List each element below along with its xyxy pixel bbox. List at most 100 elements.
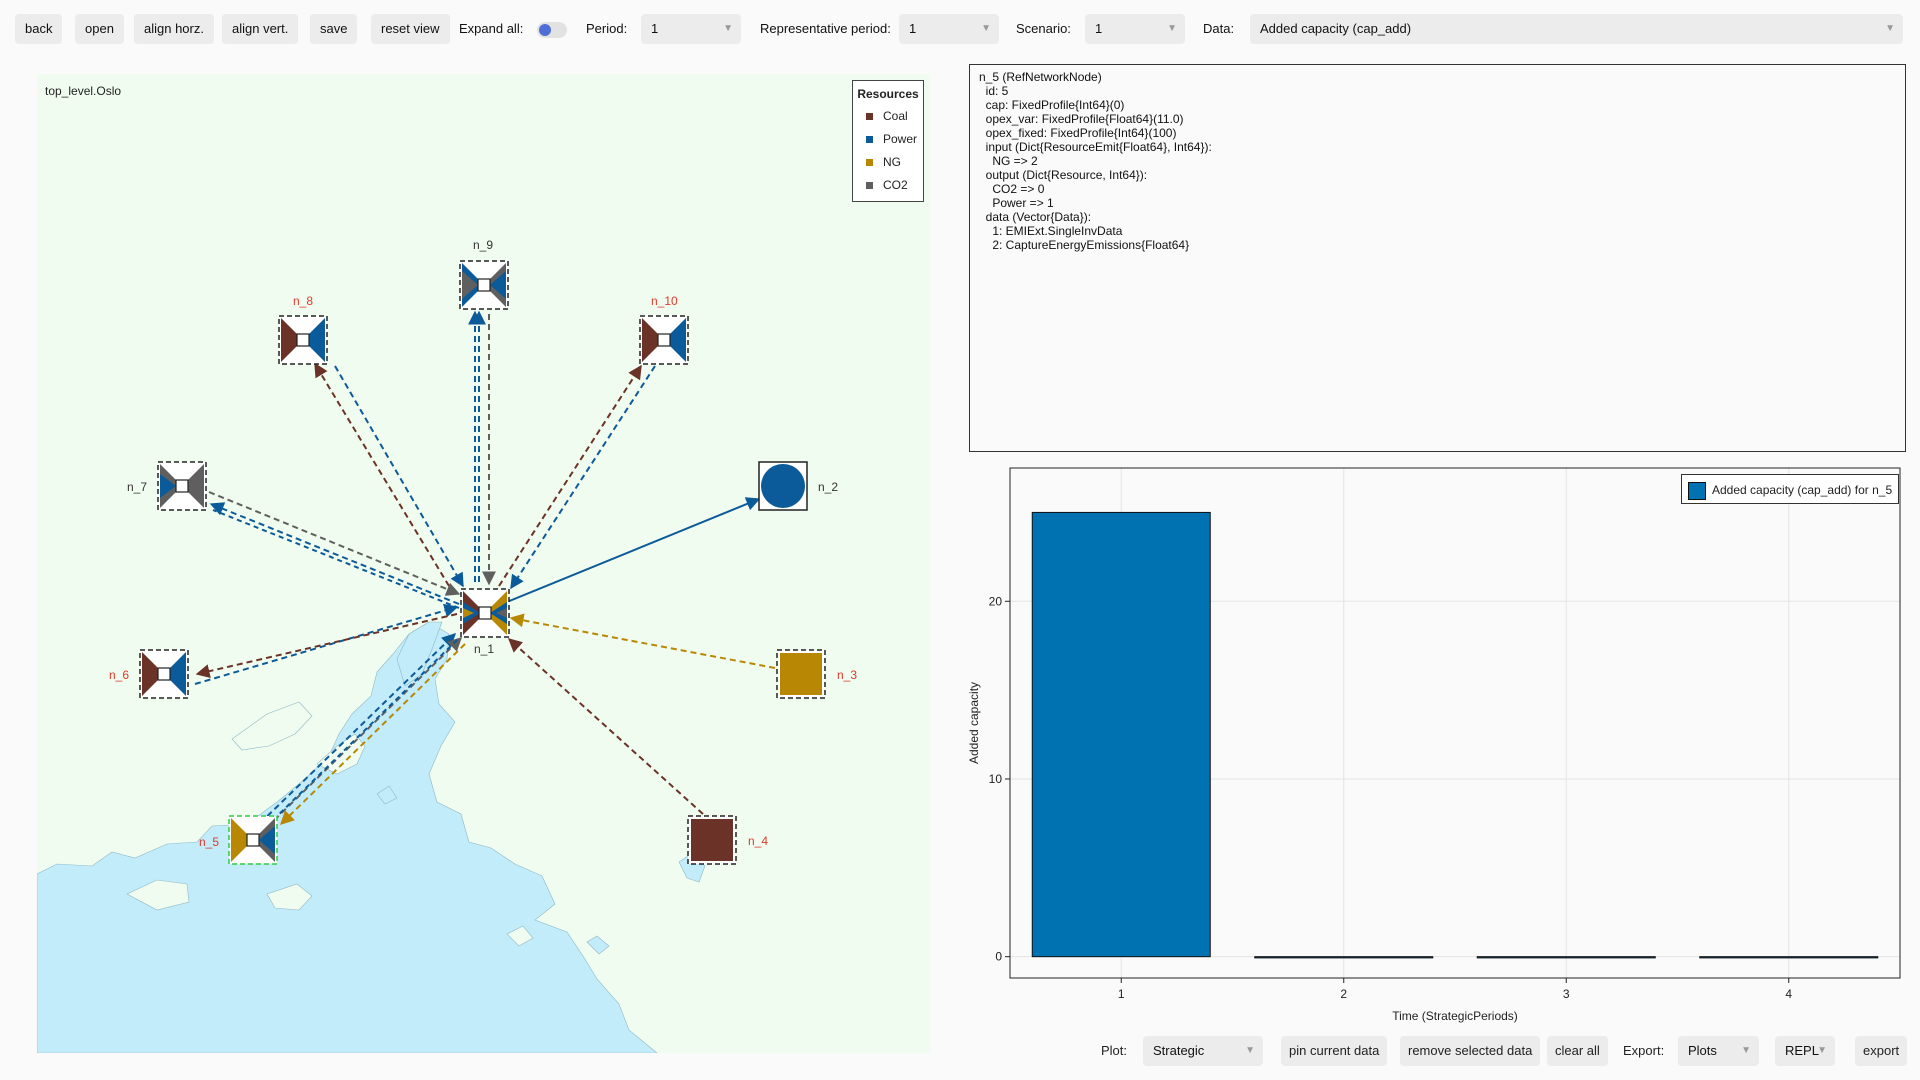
scenario-select[interactable]: 1 ▼ — [1085, 14, 1185, 44]
export-format-select[interactable]: Plots ▼ — [1678, 1036, 1759, 1066]
clear-all-button[interactable]: clear all — [1547, 1036, 1608, 1066]
x-axis-label: Time (StrategicPeriods) — [1392, 1009, 1518, 1023]
water-area — [37, 621, 706, 1053]
edge-n7-n1-co2[interactable] — [208, 491, 461, 596]
representative-period-label: Representative period: — [760, 21, 891, 36]
edge-n1-n8-coal[interactable] — [314, 362, 450, 587]
node-label-n2: n_2 — [818, 480, 839, 494]
legend-label: Coal — [883, 109, 908, 123]
edge-n1-n7-power[interactable] — [209, 502, 460, 605]
node-label-n1: n_1 — [474, 642, 495, 656]
map-title: top_level.Oslo — [45, 84, 122, 98]
legend-title: Resources — [857, 87, 919, 101]
chevron-down-icon: ▼ — [723, 23, 733, 34]
chevron-down-icon: ▼ — [1885, 23, 1895, 34]
plot-panel[interactable]: 0 10 20 1 2 3 4 Time (StrategicPeriods) Added ca… — [960, 460, 1910, 1030]
reset-view-button[interactable]: reset view — [371, 14, 450, 44]
bar — [1254, 956, 1434, 959]
period-value: 1 — [651, 21, 659, 36]
period-select[interactable]: 1 ▼ — [641, 14, 741, 44]
node-label-n4: n_4 — [748, 834, 769, 848]
bar — [1031, 511, 1211, 958]
plot-type-value: Strategic — [1153, 1043, 1205, 1058]
edge-n3-n1-ng[interactable] — [509, 613, 776, 669]
expand-all-toggle[interactable] — [537, 22, 567, 38]
representative-period-value: 1 — [909, 21, 917, 36]
remove-selected-data-button[interactable]: remove selected data — [1400, 1036, 1541, 1066]
export-format-value: Plots — [1688, 1043, 1717, 1058]
resources-legend: Resources Coal Power NG CO2 — [852, 80, 924, 202]
plot-legend: Added capacity (cap_add) for n_5 — [1681, 474, 1900, 504]
chevron-down-icon: ▼ — [1741, 1045, 1751, 1056]
edge-n8-n1-power[interactable] — [334, 365, 464, 588]
bar-chart[interactable]: 0 10 20 1 2 3 4 Time (StrategicPeriods) Added ca… — [960, 460, 1910, 1030]
map-edges — [194, 310, 776, 835]
node-n10[interactable] — [639, 315, 689, 365]
node-label-n7: n_7 — [127, 480, 148, 494]
legend-item-ng: NG — [853, 151, 923, 174]
node-label-n9: n_9 — [473, 238, 494, 252]
legend-item-co2: CO2 — [853, 174, 923, 197]
edge-n10-n1-power[interactable] — [510, 365, 656, 590]
plot-type-label: Plot: — [1101, 1043, 1128, 1058]
info-panel[interactable]: n_5 (RefNetworkNode) id: 5 cap: FixedPro… — [969, 64, 1906, 452]
period-label: Period: — [586, 21, 628, 36]
save-button[interactable]: save — [310, 14, 358, 44]
data-select[interactable]: Added capacity (cap_add) ▼ — [1250, 14, 1903, 44]
x-tick-label: 3 — [1563, 987, 1570, 1001]
edge-n4-n1-coal[interactable] — [507, 638, 704, 815]
node-n3[interactable] — [776, 649, 826, 699]
export-target-value: REPL — [1785, 1043, 1819, 1058]
y-tick-label: 10 — [989, 772, 1003, 786]
plot-legend-label: Added capacity (cap_add) for n_5 — [1712, 483, 1893, 497]
legend-item-coal: Coal — [853, 105, 923, 128]
node-n7[interactable] — [157, 461, 207, 511]
node-n6[interactable] — [139, 649, 189, 699]
legend-swatch — [1688, 481, 1706, 500]
data-value: Added capacity (cap_add) — [1260, 21, 1412, 36]
legend-label: CO2 — [883, 178, 908, 192]
node-n5[interactable] — [228, 815, 278, 865]
x-tick-label: 2 — [1340, 987, 1347, 1001]
chevron-down-icon: ▼ — [1167, 23, 1177, 34]
x-tick-label: 1 — [1118, 987, 1125, 1001]
export-button[interactable]: export — [1855, 1036, 1908, 1066]
node-label-n5: n_5 — [199, 835, 220, 849]
node-label-n3: n_3 — [837, 668, 858, 682]
bar — [1699, 956, 1879, 959]
data-label: Data: — [1203, 21, 1235, 36]
align-horizontal-button[interactable]: align horz. — [134, 14, 214, 44]
back-button[interactable]: back — [15, 14, 63, 44]
representative-period-select[interactable]: 1 ▼ — [899, 14, 999, 44]
node-n1[interactable] — [460, 588, 510, 638]
node-label-n8: n_8 — [293, 294, 314, 308]
edge-n1-n7-power-2[interactable] — [212, 509, 460, 609]
node-n4[interactable] — [687, 815, 737, 865]
x-tick-label: 4 — [1785, 987, 1792, 1001]
y-tick-label: 0 — [995, 950, 1002, 964]
pin-current-data-button[interactable]: pin current data — [1281, 1036, 1388, 1066]
export-target-select[interactable]: REPL ▼ — [1775, 1036, 1835, 1066]
node-n2[interactable] — [758, 461, 808, 511]
y-tick-label: 20 — [989, 594, 1003, 608]
node-n8[interactable] — [278, 315, 328, 365]
chevron-down-icon: ▼ — [1245, 1045, 1255, 1056]
map-canvas[interactable]: top_level.Oslo Resources Coal Power NG C… — [37, 74, 930, 1053]
open-button[interactable]: open — [75, 14, 124, 44]
node-label-n6: n_6 — [109, 668, 130, 682]
y-axis-label: Added capacity — [967, 682, 981, 764]
align-vertical-button[interactable]: align vert. — [222, 14, 299, 44]
export-label: Export: — [1623, 1043, 1665, 1058]
legend-swatch — [866, 136, 873, 144]
info-text: n_5 (RefNetworkNode) id: 5 cap: FixedPro… — [979, 70, 1212, 252]
node-label-n10: n_10 — [651, 294, 678, 308]
chevron-down-icon: ▼ — [1817, 1045, 1827, 1056]
legend-swatch — [866, 182, 873, 190]
edge-n1-n10-coal[interactable] — [498, 364, 642, 587]
map-svg[interactable] — [37, 74, 930, 1053]
legend-swatch — [866, 113, 873, 121]
plot-type-select[interactable]: Strategic ▼ — [1143, 1036, 1263, 1066]
scenario-value: 1 — [1095, 21, 1103, 36]
legend-label: Power — [883, 132, 918, 146]
node-n9[interactable] — [459, 260, 509, 310]
